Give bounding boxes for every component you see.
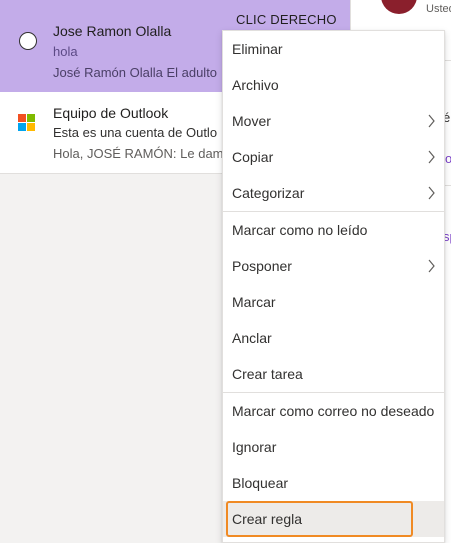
message-subject: Esta es una cuenta de Outlo [53,125,218,140]
menu-item-label: Mover [232,113,271,129]
menu-item-crear-tarea[interactable]: Crear tarea [223,356,444,392]
menu-item-label: Archivo [232,77,279,93]
chevron-right-icon [428,186,435,200]
menu-item-posponer[interactable]: Posponer [223,248,444,284]
reading-pane-from: Usted [426,3,451,15]
menu-item-label: Ignorar [232,439,277,455]
select-radio-icon[interactable] [19,32,37,50]
avatar [381,0,417,14]
chevron-right-icon [428,259,435,273]
message-sender: Equipo de Outlook [53,105,169,121]
menu-item-mover[interactable]: Mover [223,103,444,139]
right-click-annotation: CLIC DERECHO [236,12,337,27]
menu-item-label: Posponer [232,258,292,274]
menu-item-marcar[interactable]: Marcar [223,284,444,320]
menu-item-label: Marcar como no leído [232,222,368,238]
menu-item-label: Marcar como correo no deseado [232,403,435,419]
menu-item-correo-no-deseado[interactable]: Marcar como correo no deseado [223,393,444,429]
reading-pane-link-fragment[interactable]: o [445,151,451,166]
chevron-right-icon [428,150,435,164]
menu-item-label: Copiar [232,149,274,165]
menu-item-eliminar[interactable]: Eliminar [223,31,444,67]
menu-item-anclar[interactable]: Anclar [223,320,444,356]
microsoft-logo-icon [18,114,36,132]
menu-item-categorizar[interactable]: Categorizar [223,175,444,211]
message-preview: Hola, JOSÉ RAMÓN: Le dam [53,146,223,161]
menu-item-label: Marcar [232,294,276,310]
menu-item-ignorar[interactable]: Ignorar [223,429,444,465]
menu-item-crear-regla[interactable]: Crear regla [223,501,444,537]
menu-item-label: Bloquear [232,475,289,491]
menu-item-archivo[interactable]: Archivo [223,67,444,103]
menu-item-bloquear[interactable]: Bloquear [223,465,444,501]
menu-item-label: Crear regla [232,511,303,527]
message-preview: José Ramón Olalla El adulto [53,65,218,80]
menu-item-marcar-no-leido[interactable]: Marcar como no leído [223,212,444,248]
message-subject: hola [53,44,78,59]
menu-item-label: Crear tarea [232,366,303,382]
message-sender: Jose Ramon Olalla [53,23,172,39]
menu-item-label: Categorizar [232,185,305,201]
menu-item-label: Anclar [232,330,272,346]
menu-item-label: Eliminar [232,41,283,57]
chevron-right-icon [428,114,435,128]
context-menu: Eliminar Archivo Mover Copiar Categoriza… [222,30,445,543]
menu-item-copiar[interactable]: Copiar [223,139,444,175]
